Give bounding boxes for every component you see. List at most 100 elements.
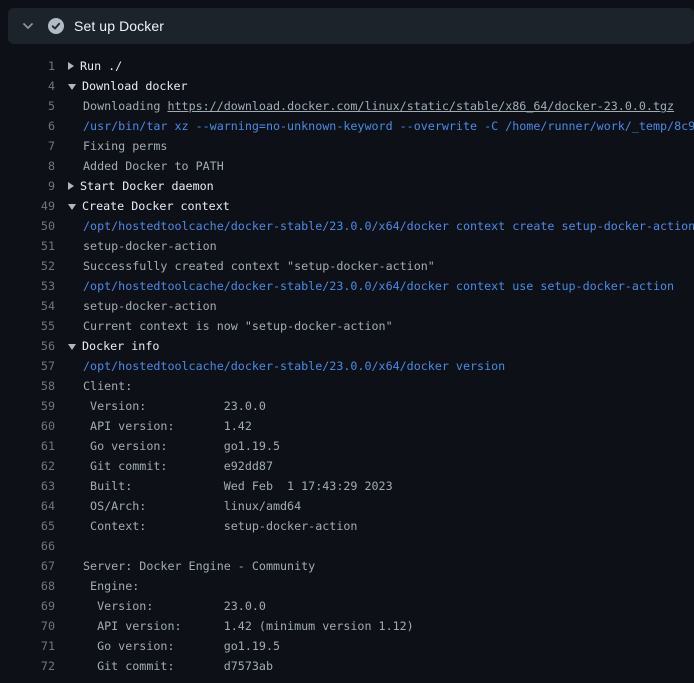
log-line: 55 Current context is now "setup-docker-a… [0, 316, 694, 336]
log-text: Downloading [83, 99, 167, 113]
log-line: 56 Docker info [0, 336, 694, 356]
log-text: Client: [83, 379, 132, 393]
log-text: Git commit: e92dd87 [83, 459, 273, 473]
line-number[interactable]: 62 [0, 459, 55, 473]
line-number[interactable]: 52 [0, 259, 55, 273]
log-line: 50/opt/hostedtoolcache/docker-stable/23.… [0, 216, 694, 236]
log-line: 58 Client: [0, 376, 694, 396]
line-number[interactable]: 69 [0, 599, 55, 613]
log-line: 57/opt/hostedtoolcache/docker-stable/23.… [0, 356, 694, 376]
command-text: /opt/hostedtoolcache/docker-stable/23.0.… [83, 359, 505, 373]
line-number[interactable]: 67 [0, 559, 55, 573]
triangle-down-icon[interactable] [68, 84, 76, 90]
line-number[interactable]: 9 [0, 179, 55, 193]
log-text: Current context is now "setup-docker-act… [83, 319, 393, 333]
log-line: 65 Context: setup-docker-action [0, 516, 694, 536]
log-line: 71 Go version: go1.19.5 [0, 636, 694, 656]
line-number[interactable]: 63 [0, 479, 55, 493]
log-text: Engine: [83, 579, 139, 593]
chevron-down-icon[interactable] [20, 18, 36, 34]
line-number[interactable]: 70 [0, 619, 55, 633]
line-number[interactable]: 4 [0, 79, 55, 93]
check-circle-icon [48, 18, 64, 34]
log-text: Git commit: d7573ab [83, 659, 273, 673]
line-number[interactable]: 72 [0, 659, 55, 673]
line-number[interactable]: 68 [0, 579, 55, 593]
log-area: 1 Run ./ 4 Download docker 5 Downloading http… [0, 44, 694, 683]
step-header[interactable]: Set up Docker [8, 8, 694, 44]
log-line: 62 Git commit: e92dd87 [0, 456, 694, 476]
log-text: setup-docker-action [83, 299, 217, 313]
group-title: Create Docker context [82, 199, 230, 213]
log-line: 72 Git commit: d7573ab [0, 656, 694, 676]
log-line: 6/usr/bin/tar xz --warning=no-unknown-ke… [0, 116, 694, 136]
triangle-right-icon[interactable] [68, 182, 74, 190]
line-number[interactable]: 71 [0, 639, 55, 653]
command-text: /usr/bin/tar xz --warning=no-unknown-key… [83, 119, 694, 133]
line-number[interactable]: 59 [0, 399, 55, 413]
step-title: Set up Docker [74, 18, 164, 34]
log-line: 52 Successfully created context "setup-do… [0, 256, 694, 276]
line-number[interactable]: 5 [0, 99, 55, 113]
log-text: OS/Arch: linux/amd64 [83, 499, 301, 513]
download-url-link[interactable]: https://download.docker.com/linux/static… [167, 99, 674, 113]
log-line: 61 Go version: go1.19.5 [0, 436, 694, 456]
log-line: 64 OS/Arch: linux/amd64 [0, 496, 694, 516]
log-text: setup-docker-action [83, 239, 217, 253]
log-text: Version: 23.0.0 [83, 399, 266, 413]
line-number[interactable]: 53 [0, 279, 55, 293]
log-line: 4 Download docker [0, 76, 694, 96]
line-number[interactable]: 8 [0, 159, 55, 173]
line-number[interactable]: 50 [0, 219, 55, 233]
log-text: Fixing perms [83, 139, 167, 153]
log-text: Version: 23.0.0 [83, 599, 266, 613]
group-title: Download docker [82, 79, 188, 93]
line-number[interactable]: 49 [0, 199, 55, 213]
line-number[interactable]: 57 [0, 359, 55, 373]
log-line: 67Server: Docker Engine - Community [0, 556, 694, 576]
line-number[interactable]: 61 [0, 439, 55, 453]
log-text: Go version: go1.19.5 [83, 439, 280, 453]
line-number[interactable]: 55 [0, 319, 55, 333]
log-group-header[interactable]: Run ./ [68, 59, 122, 73]
group-title: Docker info [82, 339, 159, 353]
line-number[interactable]: 51 [0, 239, 55, 253]
log-line: 8 Added Docker to PATH [0, 156, 694, 176]
triangle-down-icon[interactable] [68, 204, 76, 210]
line-number[interactable]: 60 [0, 419, 55, 433]
log-line: 60 API version: 1.42 [0, 416, 694, 436]
line-number[interactable]: 1 [0, 59, 55, 73]
group-title: Start Docker daemon [80, 179, 214, 193]
log-group-header[interactable]: Start Docker daemon [68, 179, 214, 193]
triangle-down-icon[interactable] [68, 344, 76, 350]
line-number[interactable]: 65 [0, 519, 55, 533]
command-text: /opt/hostedtoolcache/docker-stable/23.0.… [83, 279, 674, 293]
log-line: 53/opt/hostedtoolcache/docker-stable/23.… [0, 276, 694, 296]
log-text: API version: 1.42 (minimum version 1.12) [83, 619, 414, 633]
log-text: Successfully created context "setup-dock… [83, 259, 435, 273]
log-line: 66 [0, 536, 694, 556]
log-line: 1 Run ./ [0, 56, 694, 76]
log-line: 70 API version: 1.42 (minimum version 1.… [0, 616, 694, 636]
line-number[interactable]: 7 [0, 139, 55, 153]
line-number[interactable]: 58 [0, 379, 55, 393]
line-number[interactable]: 6 [0, 119, 55, 133]
log-group-header[interactable]: Docker info [68, 339, 159, 353]
group-title: Run ./ [80, 59, 122, 73]
log-group-header[interactable]: Create Docker context [68, 199, 230, 213]
log-text: Built: Wed Feb 1 17:43:29 2023 [83, 479, 393, 493]
log-line: 9 Start Docker daemon [0, 176, 694, 196]
log-text: Downloading https://download.docker.com/… [83, 99, 674, 113]
command-text: /opt/hostedtoolcache/docker-stable/23.0.… [83, 219, 694, 233]
line-number[interactable]: 66 [0, 539, 55, 553]
line-number[interactable]: 56 [0, 339, 55, 353]
line-number[interactable]: 54 [0, 299, 55, 313]
log-line: 68 Engine: [0, 576, 694, 596]
log-group-header[interactable]: Download docker [68, 79, 188, 93]
log-text: Context: setup-docker-action [83, 519, 357, 533]
line-number[interactable]: 64 [0, 499, 55, 513]
log-line: 59 Version: 23.0.0 [0, 396, 694, 416]
log-text: API version: 1.42 [83, 419, 252, 433]
log-text: Added Docker to PATH [83, 159, 224, 173]
triangle-right-icon[interactable] [68, 62, 74, 70]
